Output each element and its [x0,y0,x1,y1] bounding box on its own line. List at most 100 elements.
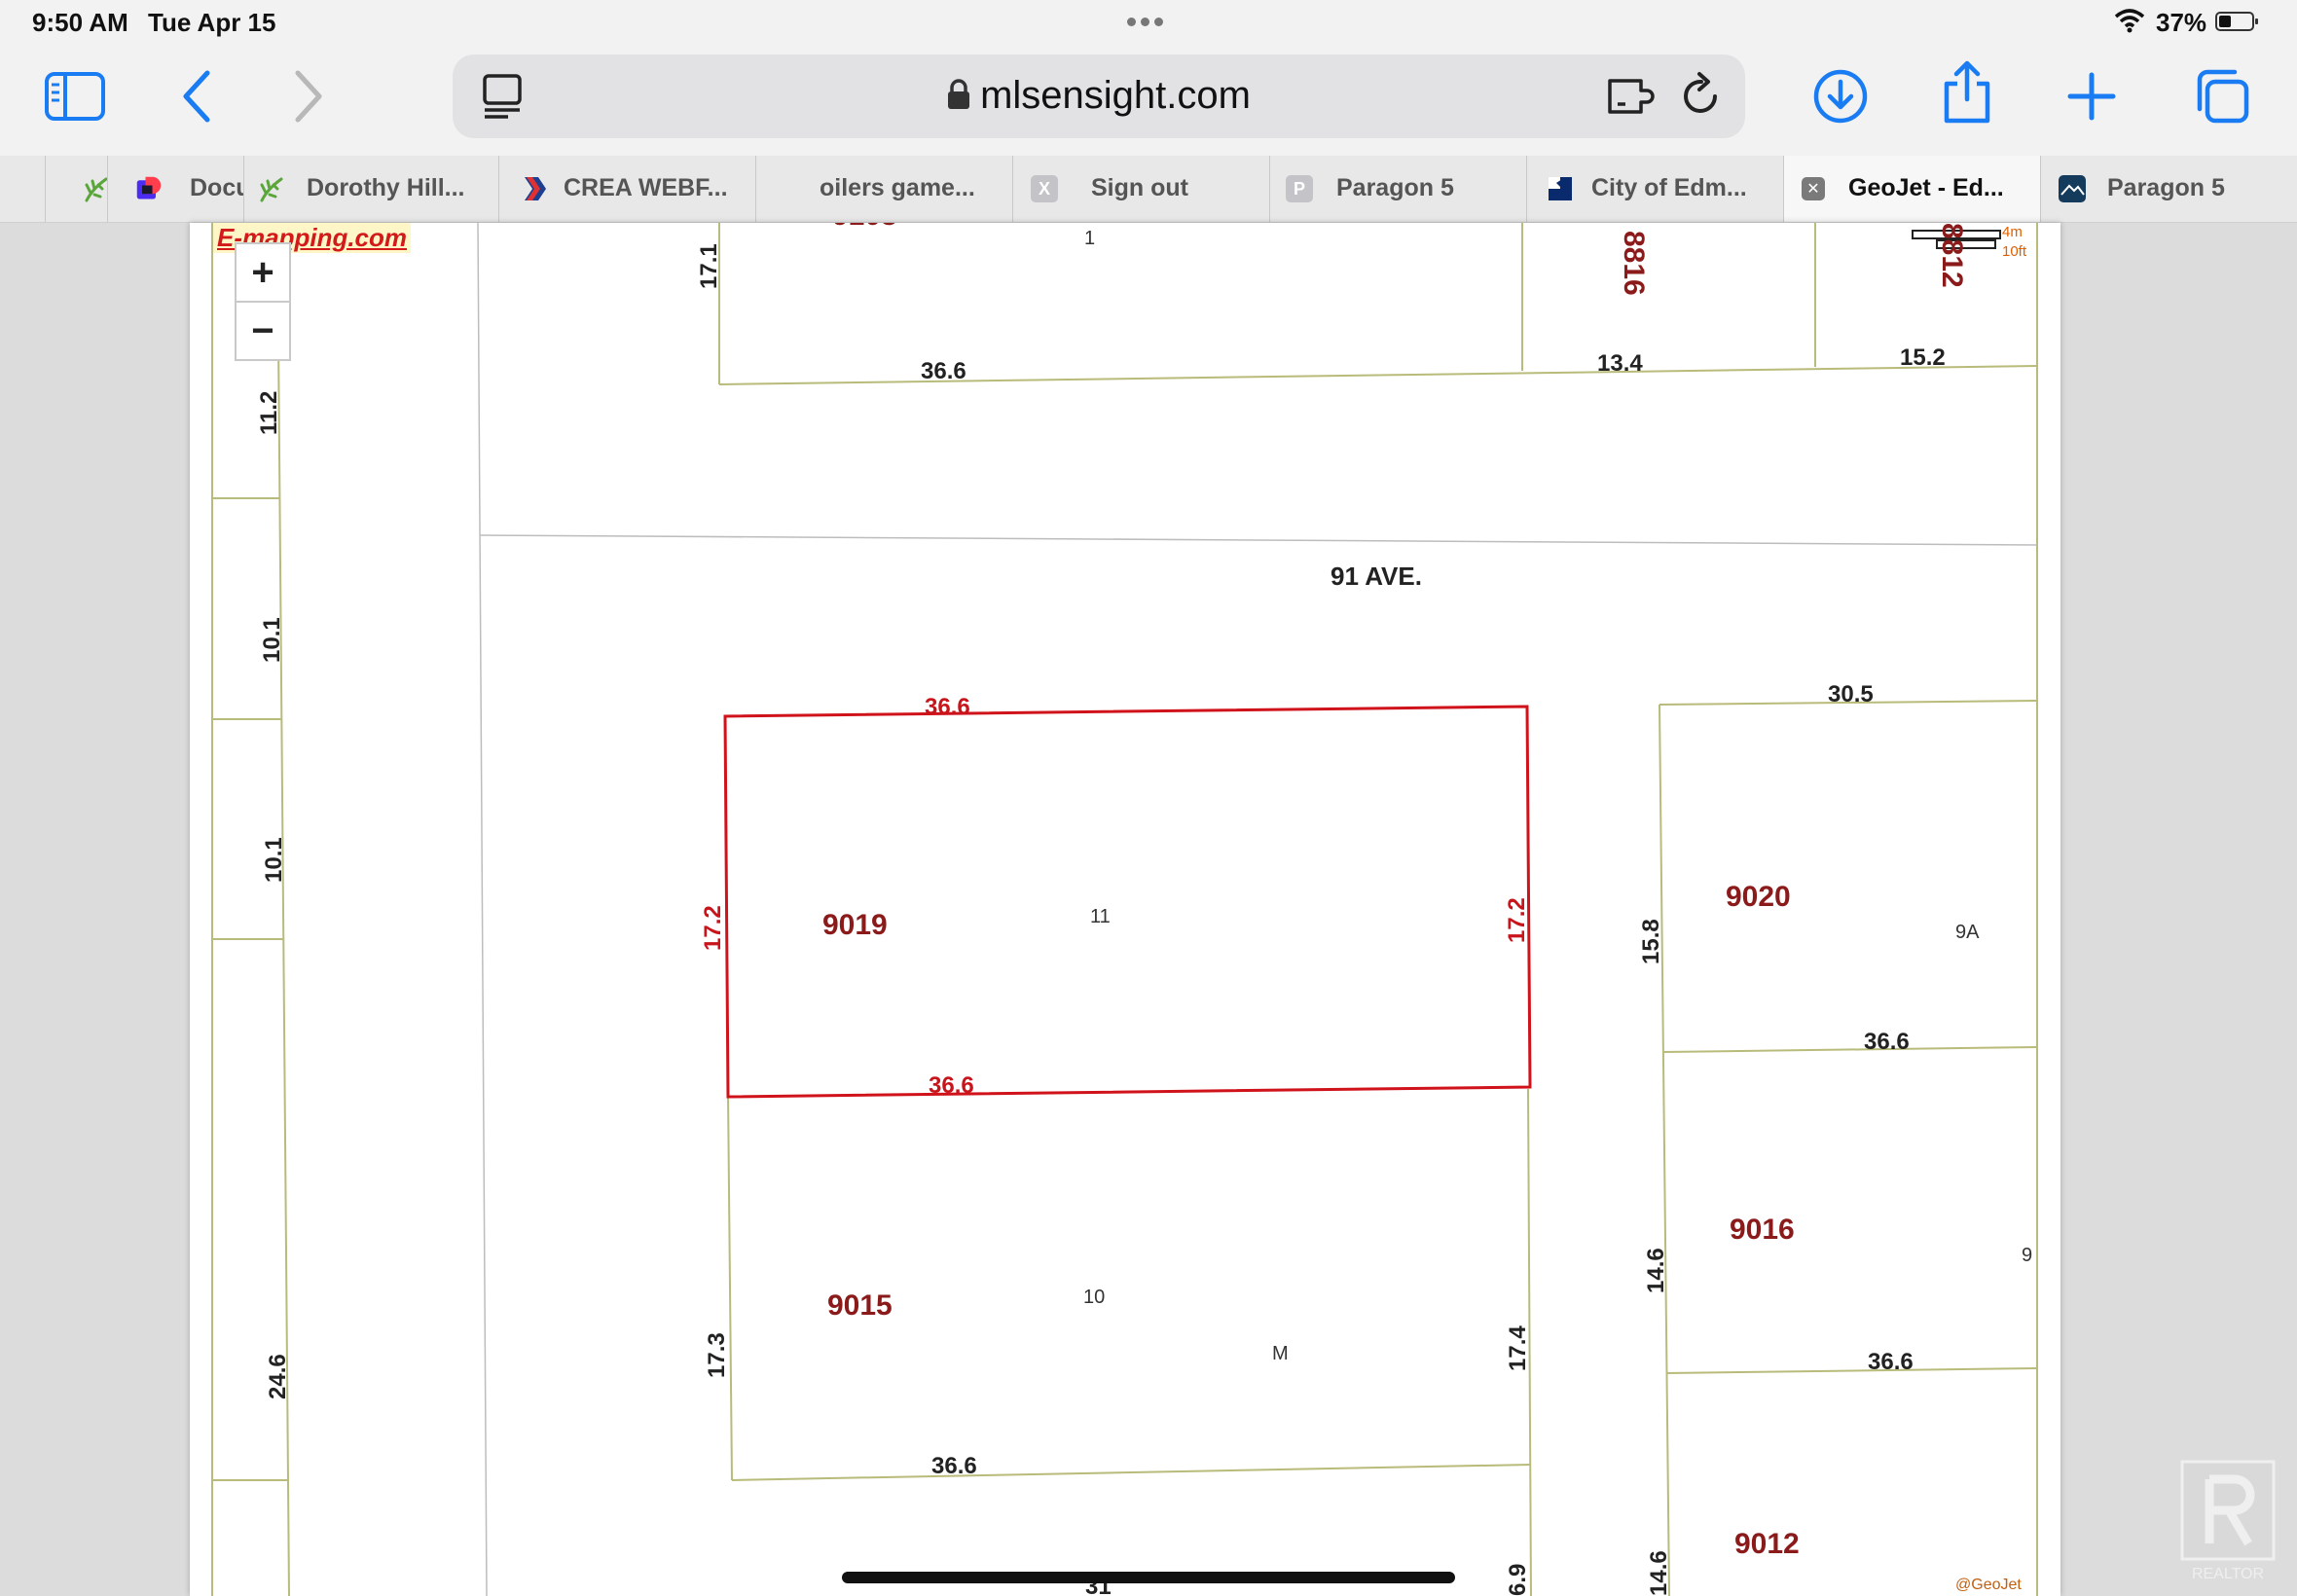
tab-label: Paragon 5 [1336,174,1454,201]
tabs-overview-icon[interactable] [2190,64,2254,128]
copyright-label: @GeoJet [1955,1577,2022,1593]
tab-label: Sign out [1091,174,1188,201]
url-field[interactable]: mlsensight.com [453,74,1745,120]
dim-label: 11.2 [256,391,282,435]
lot-1: 1 [1084,228,1095,249]
address-top-partial: 9103 [832,223,897,232]
scale-bar: 4m 10ft [1912,224,2027,260]
tab-edge [0,156,45,222]
address-9012: 9012 [1734,1528,1800,1560]
dim-top: 36.6 [925,694,970,720]
dim-label: 36.6 [931,1453,977,1479]
download-icon[interactable] [1808,64,1873,128]
sidebar-icon[interactable] [43,64,107,128]
x-favicon-icon: X [1031,175,1058,202]
dim-label: 10.1 [261,837,287,883]
address-9016: 9016 [1730,1214,1795,1246]
scale-meters: 4m [2002,224,2023,240]
dim-label: 17.1 [696,243,722,289]
docusign-favicon-icon [135,175,163,202]
dim-label: 36.6 [1864,1029,1910,1055]
city-favicon-icon [1547,175,1574,202]
address-8812: 8812 [1936,223,1968,288]
tab-sign-out[interactable]: X Sign out [1012,156,1269,222]
zoom-out-button[interactable]: − [235,301,291,361]
lot-9a: 9A [1955,922,1980,943]
dim-label: 10.1 [259,617,285,663]
mountain-favicon-icon [2059,175,2086,202]
realtor-logo: REALTOR [2180,1460,2276,1584]
address-8816: 8816 [1618,231,1650,296]
dim-left: 17.2 [700,905,726,951]
close-tab-icon[interactable]: ✕ [1802,177,1825,200]
plot-map[interactable]: 4m 10ft 91 AVE. 9019 9015 9020 9016 9012… [190,223,2060,1596]
sprig-favicon-icon [258,175,285,202]
lot-9: 9 [2022,1245,2032,1266]
crea-favicon-icon [521,175,548,202]
dim-label: 36.6 [1868,1349,1914,1375]
tab-paragon-5-second[interactable]: Paragon 5 [2040,156,2297,222]
lot-11: 11 [1090,906,1111,927]
dim-right: 17.2 [1504,897,1530,943]
tab-label: City of Edm... [1591,174,1747,201]
tab-dorothy-hill[interactable]: Dorothy Hill... [243,156,498,222]
status-date: Tue Apr 15 [148,8,276,37]
address-9020: 9020 [1726,881,1791,913]
tab-label: GeoJet - Ed... [1848,174,2004,201]
browser-toolbar: mlsensight.com [0,49,2297,156]
lock-icon [947,76,970,120]
home-indicator[interactable] [842,1572,1455,1583]
zoom-in-button[interactable]: + [235,242,291,303]
web-content: 4m 10ft 91 AVE. 9019 9015 9020 9016 9012… [0,223,2297,1596]
address-9015: 9015 [827,1289,893,1322]
map-canvas[interactable]: 4m 10ft 91 AVE. 9019 9015 9020 9016 9012… [190,223,2060,1596]
dim-label: 14.6 [1643,1248,1669,1293]
tab-crea-webforms[interactable]: CREA WEBF... [498,156,755,222]
tab-label: CREA WEBF... [564,174,728,201]
dim-label: 17.3 [704,1332,730,1378]
block-m: M [1272,1343,1289,1364]
tab-geojet-active[interactable]: ✕ GeoJet - Ed... [1783,156,2040,222]
battery-icon [2215,12,2258,31]
tab-pinned-1[interactable] [45,156,107,222]
sprig-favicon-icon [83,175,107,202]
tab-label: Docu [190,174,243,201]
dim-label: 6.9 [1505,1564,1531,1596]
dim-bottom: 36.6 [929,1072,974,1099]
lot-10: 10 [1083,1287,1105,1308]
extension-icon[interactable] [1599,64,1663,128]
tab-docu[interactable]: Docu [107,156,243,222]
multitasking-dots-icon[interactable] [1127,14,1170,26]
realtor-wordmark: REALTOR [2192,1566,2264,1582]
tab-strip: Docu Dorothy Hill... CREA WEBF... oilers… [0,156,2297,223]
tab-oilers-game[interactable]: oilers game... [755,156,1012,222]
subject-lot-outline [723,705,1532,1099]
tab-paragon-5[interactable]: P Paragon 5 [1269,156,1526,222]
status-bar: 9:50 AM Tue Apr 15 37% [0,0,2297,49]
reload-icon[interactable] [1669,64,1733,128]
tab-label: oilers game... [820,174,975,201]
address-bar[interactable]: mlsensight.com [453,54,1745,138]
dim-label: 15.2 [1900,345,1946,371]
subject-dimensions: 36.6 36.6 17.2 17.2 [700,694,1530,1099]
address-labels: 9019 9015 9020 9016 9012 9103 8816 8812 [822,223,1968,1560]
status-time: 9:50 AM [32,8,128,37]
street-name: 91 AVE. [1331,562,1422,591]
dim-label: 24.6 [265,1354,291,1399]
dim-label: 13.4 [1597,350,1643,377]
dim-label: 14.6 [1646,1550,1672,1596]
wifi-icon [2114,8,2145,33]
tab-label: Dorothy Hill... [307,174,465,201]
new-tab-icon[interactable] [2060,64,2124,128]
dim-label: 15.8 [1638,919,1664,964]
battery-percent: 37% [2156,8,2207,37]
address-9019: 9019 [822,909,888,941]
url-text: mlsensight.com [980,74,1251,117]
forward-icon[interactable] [275,64,340,128]
back-icon[interactable] [165,64,230,128]
dim-label: 36.6 [921,358,966,384]
dim-label: 17.4 [1505,1325,1531,1371]
tab-city-of-edmonton[interactable]: City of Edm... [1526,156,1783,222]
share-icon[interactable] [1935,60,1999,125]
lot-numbers: 11 10 9A 1 9 M [1083,228,2032,1364]
